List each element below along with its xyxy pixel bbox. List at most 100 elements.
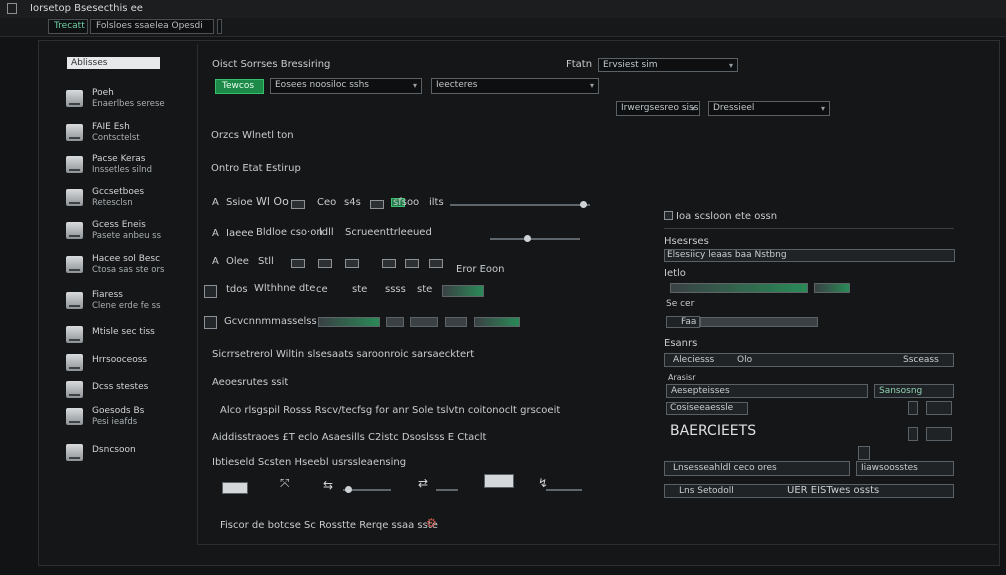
right-spinner[interactable] (926, 427, 952, 441)
right-spinner[interactable] (908, 401, 918, 415)
drive-icon (66, 189, 83, 206)
slider-knob[interactable] (580, 201, 587, 208)
sidebar-item-label: Goesods Bs (92, 406, 145, 416)
color-swatch[interactable] (318, 259, 332, 268)
row-marker: A (212, 256, 219, 267)
sidebar-item[interactable]: Hacee sol Besc Ctosa sas ste ors (66, 254, 194, 284)
sidebar-item-label: FAIE Esh (92, 122, 130, 132)
row-checkbox[interactable] (204, 285, 217, 298)
right-row[interactable]: Aleciesss Olo Ssceass (664, 353, 954, 367)
preview-thumbnail[interactable] (484, 474, 514, 488)
sidebar-item-sublabel: Inssetles silnd (92, 165, 152, 175)
right-checkbox[interactable] (664, 211, 673, 220)
sidebar-item[interactable]: Mtisle sec tiss (66, 324, 194, 354)
tab-2[interactable]: Folsloes ssaelea Opesdi (90, 19, 214, 34)
slider-knob[interactable] (524, 235, 531, 242)
row-checkbox[interactable] (204, 316, 217, 329)
row-label: tdos (226, 284, 248, 295)
sidebar-item[interactable]: Dcss stestes (66, 379, 194, 409)
right-action-button[interactable]: Lnsesseahldl ceco ores (664, 461, 850, 476)
sidebar-item-label: Dsncsoon (92, 445, 136, 455)
drive-icon (66, 354, 83, 371)
right-status-row[interactable]: Lns Setodoll UER EISTwes ossts (664, 484, 954, 498)
right-row[interactable]: Aesepteisses (666, 384, 868, 398)
color-swatch[interactable] (345, 259, 359, 268)
row-label: Iaeee (226, 228, 254, 239)
sidebar-item[interactable]: Pacse Keras Inssetles silnd (66, 154, 194, 184)
link-icon[interactable]: ⇆ (323, 478, 333, 492)
right-progress (700, 317, 818, 327)
mini-slider[interactable] (436, 489, 458, 491)
toolbar-dropdown-2[interactable]: Ieecteres (431, 78, 599, 94)
sidebar-item[interactable]: Goesods Bs Pesi ieafds (66, 406, 194, 436)
right-row[interactable]: Sansosng (874, 384, 954, 398)
slider-knob[interactable] (345, 486, 352, 493)
drive-icon (66, 124, 83, 141)
row-value: Ceo (317, 197, 337, 208)
value-slider[interactable] (490, 235, 580, 242)
color-swatch[interactable] (370, 200, 384, 209)
mini-slider[interactable] (343, 486, 391, 493)
window-title: Iorsetop Bsesecthis ee (30, 3, 143, 14)
toolbar-label-right: Ftatn (566, 59, 593, 70)
sidebar-search-input[interactable]: Ablisses (67, 57, 160, 69)
sidebar-item[interactable]: FAIE Esh Contsctelst (66, 122, 194, 152)
sidebar-item[interactable]: Poeh Enaerlbes serese (66, 88, 194, 118)
sidebar-item[interactable]: Hrrsooceoss (66, 352, 194, 382)
right-row-value: Aleciesss (673, 355, 715, 365)
row-value: ldll (319, 227, 334, 238)
sidebar-item-label: Poeh (92, 88, 114, 98)
curve-icon[interactable]: ↯ (538, 476, 548, 490)
right-row-value: Cosiseeaessle (670, 403, 734, 413)
sidebar-item[interactable]: Gcess Eneis Pasete anbeu ss (66, 220, 194, 250)
toolbar-dropdown[interactable]: Ervsiest sim (598, 58, 738, 72)
preview-thumbnail[interactable] (222, 482, 248, 494)
right-spinner[interactable] (926, 401, 952, 415)
drive-icon (66, 326, 83, 343)
row-value: Stll (258, 256, 274, 267)
transform-icon[interactable]: ⤧ (280, 476, 290, 491)
connector-icon[interactable]: ⇄ (418, 476, 428, 490)
right-label: Se cer (666, 299, 695, 309)
footer-line: Fiscor de botcse Sc Rosstte Rerqe ssaa s… (220, 520, 438, 531)
drive-icon (66, 444, 83, 461)
toolbar-label: Oisct Sorrses Bressiring (212, 59, 331, 70)
toolbar-dropdown-4[interactable]: Dressieel (708, 101, 830, 116)
sidebar-item-label: Gccsetboes (92, 187, 145, 197)
row-value: s4s (344, 197, 361, 208)
settings-gear-icon[interactable]: ⚙ (426, 516, 437, 530)
row-value: ssss (385, 284, 406, 295)
sidebar-item[interactable]: Dsncsoon (66, 442, 194, 472)
right-action-button[interactable]: Iiawsoosstes (856, 461, 954, 476)
color-swatch[interactable] (405, 259, 419, 268)
sidebar-item[interactable]: Fiaress Clene erde fe ss (66, 290, 194, 320)
right-header: Ioa scsloon ete ossn (676, 211, 778, 222)
row-marker: A (212, 228, 219, 239)
right-field[interactable]: Faa (666, 316, 700, 328)
color-swatch[interactable] (291, 200, 305, 209)
sidebar-item-label: Hrrsooceoss (92, 355, 148, 365)
right-field[interactable]: Elsesiicy leaas baa Nstbng (664, 249, 955, 262)
toolbar-dropdown-1[interactable]: Eosees noosiloc sshs (270, 78, 422, 94)
right-field-value: Faa (681, 317, 697, 327)
sidebar-item-sublabel: Enaerlbes serese (92, 99, 165, 109)
color-swatch[interactable] (291, 259, 305, 268)
progress-bar (442, 285, 484, 297)
green-action-button[interactable]: Tewcos (215, 79, 264, 94)
right-small-label: Arasisr (668, 373, 696, 382)
drive-icon (66, 408, 83, 425)
sidebar-item[interactable]: Gccsetboes Retesclsn (66, 187, 194, 217)
value-slider[interactable] (450, 201, 590, 208)
mini-slider[interactable] (546, 489, 582, 491)
right-spinner[interactable] (908, 427, 918, 441)
color-swatch[interactable] (382, 259, 396, 268)
right-row[interactable]: Cosiseeaessle (666, 402, 748, 415)
drive-icon (66, 256, 83, 273)
progress-bar (386, 317, 404, 327)
toolbar-dropdown-3[interactable]: Irwergsesreo sisss (616, 101, 700, 116)
section-heading-2: Ontro Etat Estirup (211, 163, 301, 174)
right-spinner[interactable] (858, 446, 870, 460)
tab-1[interactable]: Trecatt (48, 19, 88, 34)
right-status-value: Lns Setodoll (679, 486, 734, 496)
color-swatch[interactable] (429, 259, 443, 268)
